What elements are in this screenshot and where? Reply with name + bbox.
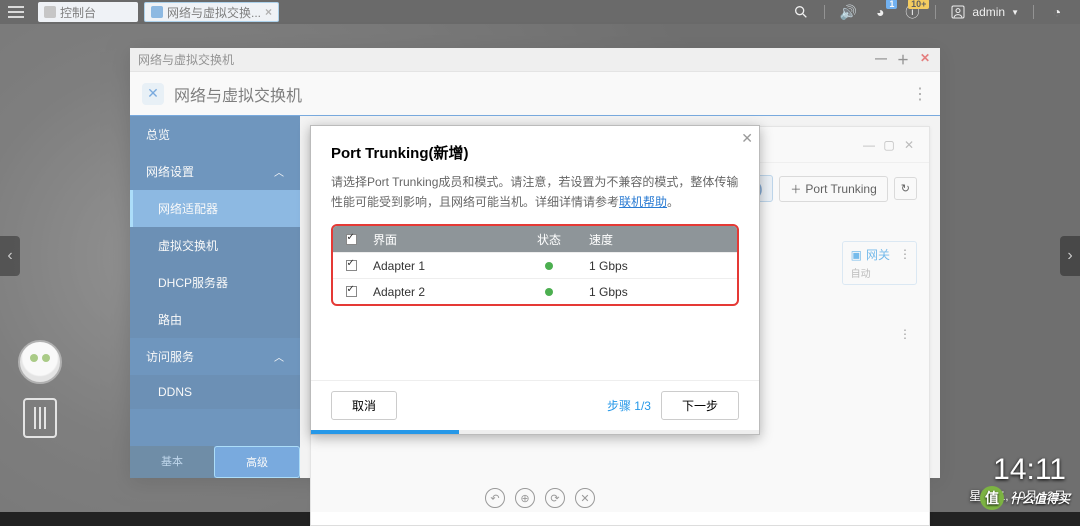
next-button[interactable]: 下一步 [661, 391, 739, 420]
select-all-checkbox[interactable] [346, 234, 357, 245]
tool-icon[interactable]: ⊕ [515, 488, 535, 508]
cancel-button[interactable]: 取消 [331, 391, 397, 420]
tool-icon[interactable]: ↶ [485, 488, 505, 508]
modal-description: 请选择Port Trunking成员和模式。请注意，若设置为不兼容的模式，整体传… [311, 173, 759, 224]
port-trunking-modal: ✕ Port Trunking(新增) 请选择Port Trunking成员和模… [310, 125, 760, 435]
row-checkbox[interactable] [346, 260, 357, 271]
tool-icon[interactable]: ✕ [575, 488, 595, 508]
prev-arrow[interactable]: ‹ [0, 236, 20, 276]
table-row[interactable]: Adapter 2 1 Gbps [333, 278, 737, 304]
step-indicator: 步骤 1/3 [607, 397, 651, 414]
table-header: 界面 状态 速度 [333, 226, 737, 252]
status-dot-icon [545, 262, 553, 270]
help-link[interactable]: 联机帮助 [619, 195, 667, 209]
watermark: 值 什么值得买 [980, 486, 1070, 510]
adapter-table: 界面 状态 速度 Adapter 1 1 Gbps Adapter 2 1 Gb… [331, 224, 739, 306]
brand-icon: 值 [980, 486, 1004, 510]
close-icon[interactable]: ✕ [741, 130, 753, 147]
status-dot-icon [545, 288, 553, 296]
table-row[interactable]: Adapter 1 1 Gbps [333, 252, 737, 278]
tool-icon[interactable]: ⟳ [545, 488, 565, 508]
time: 14:11 [969, 455, 1066, 485]
next-arrow[interactable]: › [1060, 236, 1080, 276]
progress-bar [311, 430, 759, 434]
os-bottom-tools: ↶ ⊕ ⟳ ✕ [485, 488, 595, 508]
row-checkbox[interactable] [346, 286, 357, 297]
modal-title: Port Trunking(新增) [311, 126, 759, 173]
